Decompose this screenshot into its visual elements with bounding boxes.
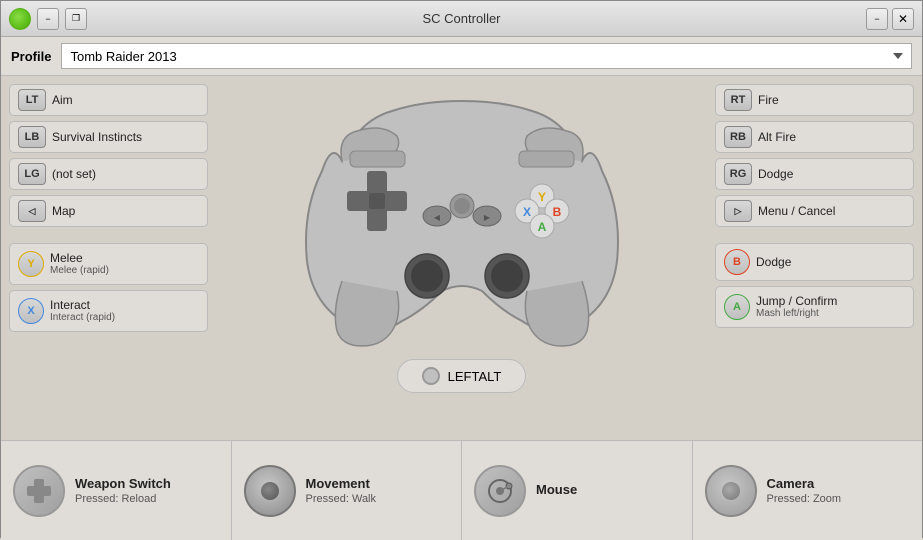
controller-svg: ◀ ▶ Y X B A — [282, 81, 642, 351]
mouse-icon — [474, 465, 526, 517]
svg-text:◀: ◀ — [433, 213, 440, 222]
rt-button-row[interactable]: RT Fire — [715, 84, 914, 116]
window-title: SC Controller — [422, 11, 500, 26]
center-area: LT Aim LB Survival Instincts LG (not set… — [1, 76, 922, 440]
leftalt-label: LEFTALT — [448, 369, 502, 384]
title-bar-right: − ✕ — [866, 8, 914, 30]
movement-icon — [244, 465, 296, 517]
weapon-switch-text: Weapon Switch Pressed: Reload — [75, 476, 171, 505]
bottom-strip: Weapon Switch Pressed: Reload Movement P… — [1, 440, 922, 540]
svg-text:X: X — [522, 205, 530, 219]
interact-button-row[interactable]: X InteractInteract (rapid) — [9, 290, 208, 332]
interact-label: InteractInteract (rapid) — [50, 298, 115, 324]
camera-item[interactable]: Camera Pressed: Zoom — [693, 441, 923, 540]
b-label: Dodge — [756, 255, 791, 269]
title-bar-left: − ❐ — [9, 8, 87, 30]
lb-label: Survival Instincts — [52, 130, 142, 144]
svg-text:B: B — [552, 205, 561, 219]
minimize-right-button[interactable]: − — [866, 8, 888, 30]
movement-sub: Pressed: Walk — [306, 493, 377, 505]
movement-stick-nub — [261, 482, 279, 500]
weapon-switch-sub: Pressed: Reload — [75, 493, 171, 505]
melee-label: MeleeMelee (rapid) — [50, 251, 109, 277]
mouse-item[interactable]: Mouse — [462, 441, 693, 540]
close-traffic-light[interactable] — [9, 8, 31, 30]
rg-badge: RG — [724, 163, 752, 185]
profile-bar: Profile Tomb Raider 2013 — [1, 37, 922, 76]
b-badge: B — [724, 249, 750, 275]
mouse-name: Mouse — [536, 482, 577, 497]
map-badge: ◁ — [18, 200, 46, 222]
weapon-switch-icon — [13, 465, 65, 517]
map-button-row[interactable]: ◁ Map — [9, 195, 208, 227]
menu-badge: ▷ — [724, 200, 752, 222]
lb-badge: LB — [18, 126, 46, 148]
mouse-svg — [485, 476, 515, 506]
lt-button-row[interactable]: LT Aim — [9, 84, 208, 116]
main-content: LT Aim LB Survival Instincts LG (not set… — [1, 76, 922, 540]
weapon-switch-item[interactable]: Weapon Switch Pressed: Reload — [1, 441, 232, 540]
rt-badge: RT — [724, 89, 752, 111]
svg-text:▶: ▶ — [483, 213, 490, 222]
camera-text: Camera Pressed: Zoom — [767, 476, 842, 505]
movement-name: Movement — [306, 476, 377, 491]
dpad-icon-svg — [25, 477, 53, 505]
lg-label: (not set) — [52, 167, 96, 181]
y-badge: Y — [18, 251, 44, 277]
rb-badge: RB — [724, 126, 752, 148]
camera-icon — [705, 465, 757, 517]
camera-name: Camera — [767, 476, 842, 491]
rb-label: Alt Fire — [758, 130, 796, 144]
svg-text:A: A — [537, 220, 546, 234]
right-panel: RT Fire RB Alt Fire RG Dodge ▷ Menu / Ca… — [707, 76, 922, 440]
a-jump-row[interactable]: A Jump / ConfirmMash left/right — [715, 286, 914, 328]
movement-item[interactable]: Movement Pressed: Walk — [232, 441, 463, 540]
map-label: Map — [52, 204, 75, 218]
profile-select[interactable]: Tomb Raider 2013 — [61, 43, 912, 69]
a-badge: A — [724, 294, 750, 320]
a-label: Jump / ConfirmMash left/right — [756, 294, 837, 320]
svg-text:Y: Y — [537, 190, 545, 204]
melee-button-row[interactable]: Y MeleeMelee (rapid) — [9, 243, 208, 285]
window-close-button[interactable]: ✕ — [892, 8, 914, 30]
rb-button-row[interactable]: RB Alt Fire — [715, 121, 914, 153]
x-badge: X — [18, 298, 44, 324]
leftalt-icon — [422, 367, 440, 385]
rt-label: Fire — [758, 93, 779, 107]
camera-stick-nub — [722, 482, 740, 500]
lt-badge: LT — [18, 89, 46, 111]
profile-label: Profile — [11, 49, 51, 64]
left-panel: LT Aim LB Survival Instincts LG (not set… — [1, 76, 216, 440]
movement-text: Movement Pressed: Walk — [306, 476, 377, 505]
leftalt-button[interactable]: LEFTALT — [397, 359, 527, 393]
lg-button-row[interactable]: LG (not set) — [9, 158, 208, 190]
rg-button-row[interactable]: RG Dodge — [715, 158, 914, 190]
b-dodge-row[interactable]: B Dodge — [715, 243, 914, 281]
title-bar: − ❐ SC Controller − ✕ — [1, 1, 922, 37]
lt-label: Aim — [52, 93, 73, 107]
lb-button-row[interactable]: LB Survival Instincts — [9, 121, 208, 153]
mouse-text: Mouse — [536, 482, 577, 499]
restore-button[interactable]: ❐ — [65, 8, 87, 30]
menu-label: Menu / Cancel — [758, 204, 835, 218]
rg-label: Dodge — [758, 167, 793, 181]
lg-badge: LG — [18, 163, 46, 185]
controller-area: ◀ ▶ Y X B A — [216, 76, 707, 440]
camera-sub: Pressed: Zoom — [767, 493, 842, 505]
minimize-button[interactable]: − — [37, 8, 59, 30]
menu-button-row[interactable]: ▷ Menu / Cancel — [715, 195, 914, 227]
weapon-switch-name: Weapon Switch — [75, 476, 171, 491]
